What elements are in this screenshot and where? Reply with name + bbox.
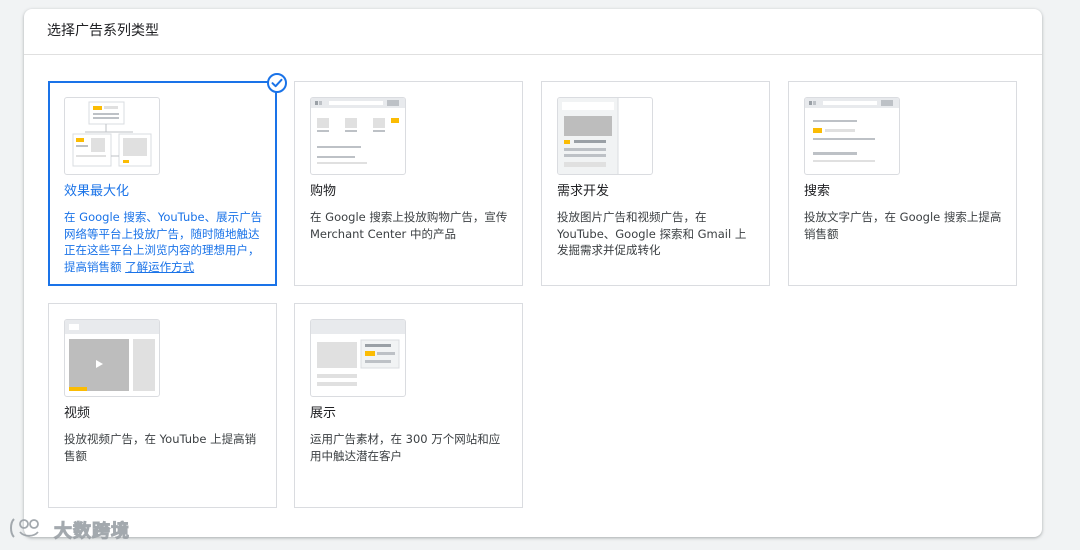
card-title: 购物 [310, 184, 337, 199]
display-illustration [310, 319, 406, 397]
card-description: 投放视频广告，在 YouTube 上提高销售额 [64, 432, 257, 463]
card-description: 在 Google 搜索上投放购物广告，宣传 Merchant Center 中的… [310, 210, 508, 241]
panel-title: 选择广告系列类型 [47, 23, 159, 39]
shopping-illustration [310, 97, 406, 175]
card-description: 投放文字广告，在 Google 搜索上提高销售额 [804, 210, 1002, 241]
learn-how-it-works-link[interactable]: 了解运作方式 [125, 260, 194, 274]
campaign-type-card-search[interactable]: 搜索 投放文字广告，在 Google 搜索上提高销售额 [788, 81, 1017, 286]
campaign-type-card-display[interactable]: 展示 运用广告素材，在 300 万个网站和应用中触达潜在客户 [294, 303, 523, 508]
campaign-type-card-video[interactable]: 视频 投放视频广告，在 YouTube 上提高销售额 [48, 303, 277, 508]
card-description: 运用广告素材，在 300 万个网站和应用中触达潜在客户 [310, 432, 501, 463]
search-illustration [804, 97, 900, 175]
campaign-type-card-shopping[interactable]: 购物 在 Google 搜索上投放购物广告，宣传 Merchant Center… [294, 81, 523, 286]
campaign-type-card-demand-gen[interactable]: 需求开发 投放图片广告和视频广告，在 YouTube、Google 探索和 Gm… [541, 81, 770, 286]
performance-max-illustration [64, 97, 160, 175]
card-title: 搜索 [804, 184, 831, 199]
watermark: 大数跨境 [8, 516, 130, 544]
demand-gen-illustration [557, 97, 653, 175]
card-description: 在 Google 搜索、YouTube、展示广告网络等平台上投放广告，随时随地触… [64, 209, 264, 275]
card-title: 需求开发 [557, 184, 610, 199]
panel-header: 选择广告系列类型 [24, 9, 1042, 55]
card-description: 投放图片广告和视频广告，在 YouTube、Google 探索和 Gmail 上… [557, 210, 747, 257]
card-title: 效果最大化 [64, 184, 130, 199]
check-circle-icon [267, 73, 287, 93]
card-title: 视频 [64, 406, 91, 421]
watermark-text: 大数跨境 [54, 521, 130, 543]
campaign-type-card-performance-max[interactable]: 效果最大化 在 Google 搜索、YouTube、展示广告网络等平台上投放广告… [48, 81, 277, 286]
card-title: 展示 [310, 406, 337, 421]
watermark-logo-icon [8, 515, 50, 545]
video-illustration [64, 319, 160, 397]
